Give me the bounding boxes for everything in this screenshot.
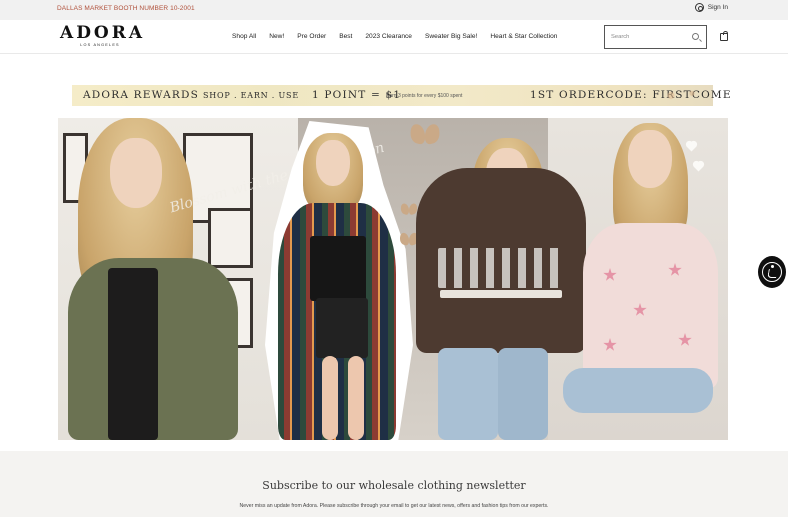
search-box	[604, 25, 707, 49]
hero-banner[interactable]: Blossom with the latest fashion	[58, 118, 728, 440]
newsletter-description: Never miss an update from Adora. Please …	[239, 503, 549, 509]
newsletter-section: Subscribe to our wholesale clothing news…	[0, 451, 788, 517]
announcement-text: DALLAS MARKET BOOTH NUMBER 10-2001	[57, 5, 195, 12]
shopping-bag-icon[interactable]	[720, 31, 728, 41]
logo-subtitle: LOS ANGELES	[80, 43, 120, 47]
search-icon[interactable]	[692, 33, 699, 40]
rewards-decoration	[643, 85, 713, 106]
wall-frame	[208, 208, 253, 268]
nav-clearance[interactable]: 2023 Clearance	[365, 33, 412, 40]
top-announcement-bar: DALLAS MARKET BOOTH NUMBER 10-2001 Sign …	[0, 0, 788, 20]
main-nav: Shop All New! Pre Order Best 2023 Cleara…	[232, 33, 570, 40]
logo[interactable]: ADORA LOS ANGELES	[60, 23, 146, 48]
rewards-banner[interactable]: ADORA REWARDS SHOP . EARN . USE 1 POINT …	[72, 85, 731, 106]
rewards-title: ADORA REWARDS	[83, 89, 199, 101]
nav-heart-star[interactable]: Heart & Star Collection	[490, 33, 557, 40]
nav-new[interactable]: New!	[269, 33, 284, 40]
search-input[interactable]	[611, 34, 685, 40]
accessibility-button[interactable]	[758, 256, 786, 288]
sign-in-label: Sign In	[707, 4, 728, 11]
nav-sweater-sale[interactable]: Sweater Big Sale!	[425, 33, 477, 40]
butterfly-icon	[401, 204, 417, 215]
nav-pre-order[interactable]: Pre Order	[297, 33, 326, 40]
site-header: ADORA LOS ANGELES Shop All New! Pre Orde…	[0, 20, 788, 54]
nav-shop-all[interactable]: Shop All	[232, 33, 256, 40]
sign-in-link[interactable]: Sign In	[694, 3, 728, 12]
butterfly-icon	[411, 124, 440, 143]
nav-best[interactable]: Best	[339, 33, 352, 40]
rewards-earn-text: Earn 3 points for every $100 spent	[386, 93, 463, 99]
user-circle-icon	[694, 3, 704, 12]
rewards-tagline: SHOP . EARN . USE	[203, 91, 299, 100]
logo-brand: ADORA	[60, 23, 146, 43]
accessibility-icon	[762, 262, 782, 282]
newsletter-title: Subscribe to our wholesale clothing news…	[262, 479, 526, 492]
